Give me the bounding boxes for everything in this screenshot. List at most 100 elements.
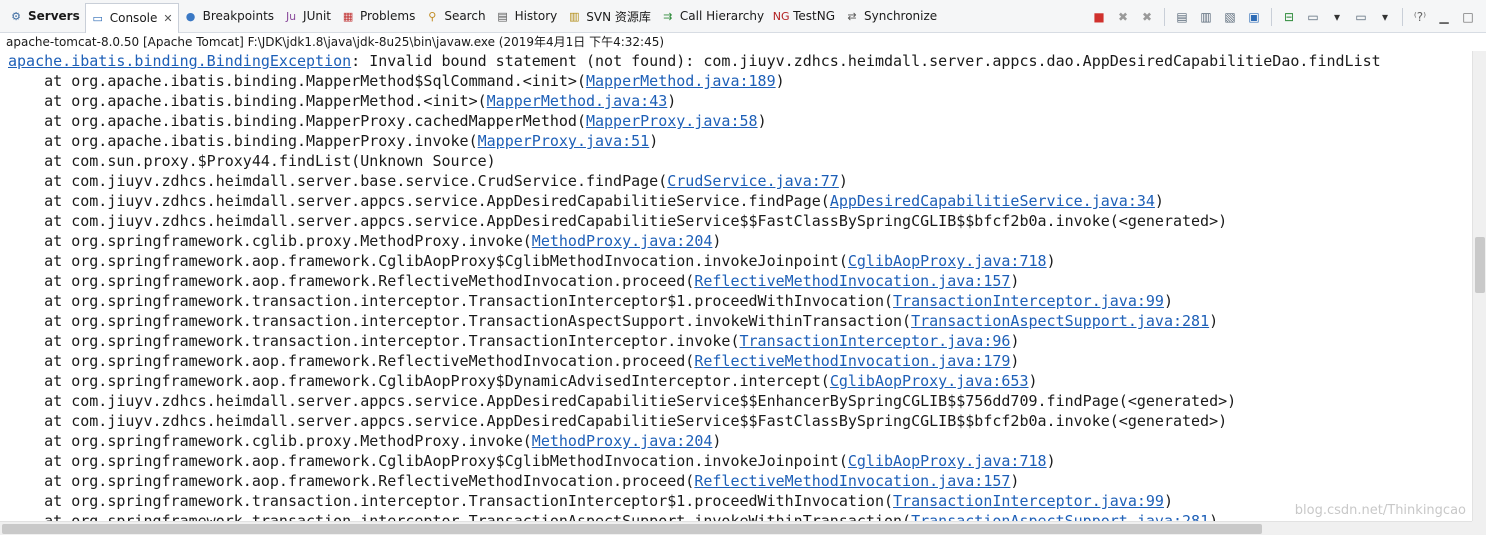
tab-search[interactable]: ⚲ Search [420,0,490,33]
console-line-text: at org.springframework.transaction.inter… [8,492,894,510]
console-line-text: ) [1010,352,1020,370]
call-hierarchy-icon: ⇉ [663,9,673,23]
vertical-scrollbar[interactable] [1472,51,1486,521]
maximize-icon[interactable]: □ [1458,7,1478,27]
word-wrap-icon[interactable]: ▧ [1220,7,1240,27]
console-line-text: ) [838,172,848,190]
horizontal-scrollbar-thumb[interactable] [2,524,1262,534]
source-link[interactable]: ReflectiveMethodInvocation.java:179 [694,352,1010,370]
console-line-text: at org.springframework.cglib.proxy.Metho… [8,432,532,450]
source-link[interactable]: CrudService.java:77 [667,172,839,190]
minimize-icon[interactable]: ▁ [1434,7,1454,27]
source-link[interactable]: ReflectiveMethodInvocation.java:157 [694,272,1010,290]
breakpoints-icon: ● [185,9,196,23]
source-link[interactable]: CglibAopProxy.java:653 [830,372,1029,390]
console-line-text: ) [1046,252,1056,270]
tab-breakpoints[interactable]: ● Breakpoints [179,0,279,33]
open-console-icon[interactable]: ▭ [1351,7,1371,27]
tab-console[interactable]: ▭ Console ✕ [84,2,179,33]
console-line-text: : Invalid bound statement (not found): c… [351,52,1381,70]
console-line: at com.sun.proxy.$Proxy44.findList(Unkno… [0,151,1472,171]
console-line: at com.jiuyv.zdhcs.heimdall.server.appcs… [0,211,1472,231]
console-output[interactable]: apache.ibatis.binding.BindingException: … [0,51,1472,521]
source-link[interactable]: AppDesiredCapabilitieService.java:34 [830,192,1155,210]
console-line-text: ) [1046,452,1056,470]
tab-label: History [514,9,558,23]
source-link[interactable]: TransactionAspectSupport.java:281 [911,312,1209,330]
console-line: at org.springframework.transaction.inter… [0,511,1472,521]
console-line: at org.springframework.transaction.inter… [0,291,1472,311]
console-line-text: at com.jiuyv.zdhcs.heimdall.server.base.… [8,172,668,190]
history-icon: ▤ [497,9,508,23]
tab-svn-repository[interactable]: ▥ SVN 资源库 [562,0,656,33]
remove-launch-icon[interactable]: ✖ [1113,7,1133,27]
tab-synchronize[interactable]: ⇄ Synchronize [840,0,942,33]
source-link[interactable]: MethodProxy.java:204 [532,432,713,450]
console-line-text: at org.apache.ibatis.binding.MapperProxy… [8,132,478,150]
console-line-text: ) [1163,292,1173,310]
tab-label: Search [444,9,486,23]
console-line-text: ) [1163,492,1173,510]
servers-icon: ⚙ [11,9,21,23]
console-line-text: at org.springframework.cglib.proxy.Metho… [8,232,532,250]
close-tab-icon[interactable]: ✕ [163,12,172,25]
source-link[interactable]: MethodProxy.java:204 [532,232,713,250]
horizontal-scrollbar[interactable] [0,521,1472,535]
source-link[interactable]: CglibAopProxy.java:718 [848,252,1047,270]
console-line-text: ) [712,232,722,250]
console-line-text: at org.springframework.transaction.inter… [8,332,740,350]
tab-servers[interactable]: ⚙ Servers [4,0,85,33]
clear-console-icon[interactable]: ▤ [1172,7,1192,27]
console-line: at org.apache.ibatis.binding.MapperProxy… [0,111,1472,131]
console-line-text: at org.springframework.aop.framework.Ref… [8,472,695,490]
remove-all-terminated-icon[interactable]: ✖ [1137,7,1157,27]
source-link[interactable]: MapperMethod.java:43 [487,92,668,110]
source-link[interactable]: MapperProxy.java:51 [478,132,650,150]
vertical-scrollbar-thumb[interactable] [1475,237,1485,293]
console-line: at org.springframework.cglib.proxy.Metho… [0,431,1472,451]
console-line: at org.springframework.aop.framework.Ref… [0,471,1472,491]
console-line-text: at com.sun.proxy.$Proxy44.findList(Unkno… [8,152,496,170]
display-selected-console-dropdown-icon[interactable]: ▾ [1327,7,1347,27]
tab-problems[interactable]: ▦ Problems [336,0,420,33]
console-line: at org.springframework.transaction.inter… [0,491,1472,511]
source-link[interactable]: ReflectiveMethodInvocation.java:157 [694,472,1010,490]
source-link[interactable]: TransactionInterceptor.java:96 [740,332,1011,350]
source-link[interactable]: MapperProxy.java:58 [586,112,758,130]
view-menu-icon[interactable]: ⁽?⁾ [1410,7,1430,27]
tab-call-hierarchy[interactable]: ⇉ Call Hierarchy [656,0,769,33]
console-line-text: ) [1028,372,1038,390]
source-link[interactable]: TransactionInterceptor.java:99 [893,492,1164,510]
tab-label: Problems [360,9,416,23]
console-icon: ▭ [92,11,103,25]
console-line-text: ) [1209,512,1219,521]
scroll-lock-icon[interactable]: ▥ [1196,7,1216,27]
tab-testng[interactable]: NG TestNG [769,0,840,33]
console-line-text: at org.apache.ibatis.binding.MapperMetho… [8,72,586,90]
source-link[interactable]: apache.ibatis.binding.BindingException [8,52,351,70]
scrollbar-corner [1472,521,1486,535]
source-link[interactable]: MapperMethod.java:189 [586,72,776,90]
pin-console-icon[interactable]: ⊟ [1279,7,1299,27]
console-line: at org.springframework.transaction.inter… [0,311,1472,331]
tab-junit[interactable]: Ju JUnit [279,0,336,33]
display-selected-console-icon[interactable]: ▭ [1303,7,1323,27]
source-link[interactable]: TransactionAspectSupport.java:281 [911,512,1209,521]
synchronize-icon: ⇄ [847,9,857,23]
console-line-text: at org.apache.ibatis.binding.MapperMetho… [8,92,487,110]
source-link[interactable]: TransactionInterceptor.java:99 [893,292,1164,310]
tab-label: TestNG [793,9,836,23]
console-line-text: ) [1010,272,1020,290]
console-line-text: at org.springframework.transaction.inter… [8,512,912,521]
tab-history[interactable]: ▤ History [491,0,563,33]
testng-icon: NG [772,9,790,23]
terminate-icon[interactable]: ■ [1089,7,1109,27]
console-line: at com.jiuyv.zdhcs.heimdall.server.base.… [0,171,1472,191]
source-link[interactable]: CglibAopProxy.java:718 [848,452,1047,470]
console-line-text: at com.jiuyv.zdhcs.heimdall.server.appcs… [8,412,1228,430]
console-line: at org.springframework.aop.framework.Ref… [0,271,1472,291]
show-console-icon[interactable]: ▣ [1244,7,1264,27]
open-console-dropdown-icon[interactable]: ▾ [1375,7,1395,27]
console-line: at com.jiuyv.zdhcs.heimdall.server.appcs… [0,191,1472,211]
tab-label: SVN 资源库 [586,9,651,24]
